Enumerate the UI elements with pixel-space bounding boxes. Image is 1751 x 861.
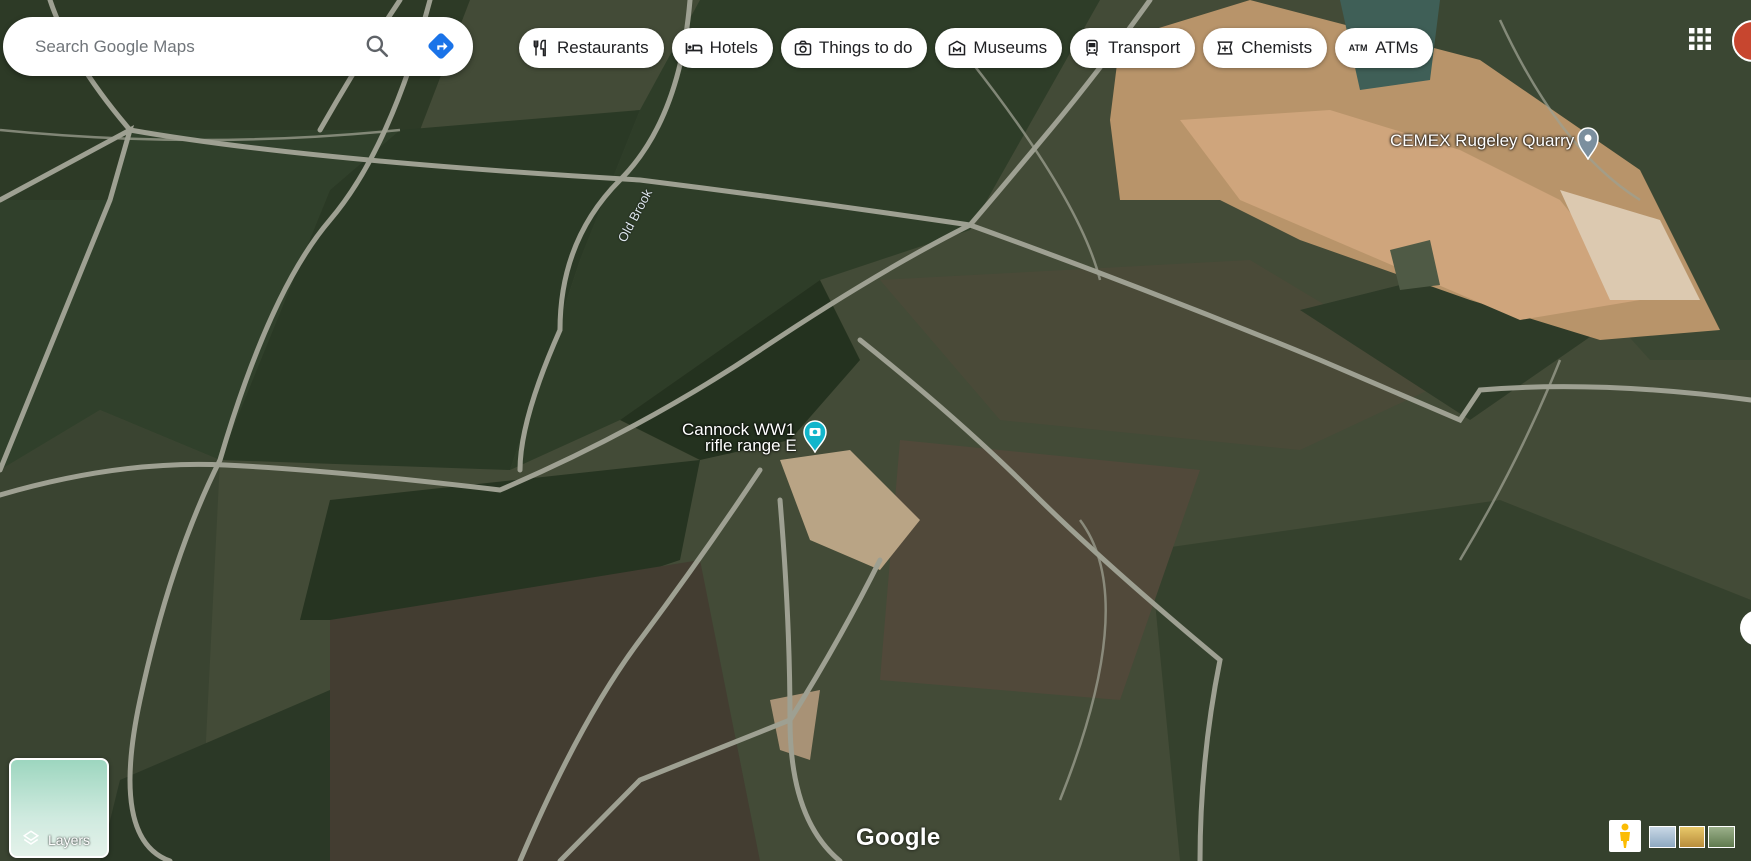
pharmacy-icon <box>1215 38 1235 58</box>
place-cannock-rifle-range[interactable]: Cannock WW1 rifle range E <box>680 419 830 459</box>
google-logo: Google <box>856 824 941 851</box>
transit-icon <box>1082 38 1102 58</box>
layers-label: Layers <box>48 832 91 848</box>
directions-icon[interactable] <box>421 26 461 66</box>
imagery-thumbnails <box>1649 820 1736 852</box>
layers-button[interactable]: Layers <box>9 758 109 858</box>
chip-atms[interactable]: ATM ATMs <box>1335 28 1434 68</box>
place-name-line2: rifle range E <box>705 436 797 455</box>
chip-label: Hotels <box>709 38 758 57</box>
chip-label: Museums <box>973 38 1048 57</box>
search-icon[interactable] <box>357 26 397 66</box>
thumbnail-1[interactable] <box>1649 826 1676 848</box>
chip-hotels[interactable]: Hotels <box>671 28 773 68</box>
chip-label: ATMs <box>1375 38 1419 57</box>
place-cemex-rugeley-quarry[interactable]: CEMEX Rugeley Quarry <box>1388 126 1613 162</box>
chip-label: Restaurants <box>557 38 649 57</box>
category-chips: Restaurants Hotels Things to do Museums … <box>519 28 1434 68</box>
chip-restaurants[interactable]: Restaurants <box>519 28 664 68</box>
atm-icon: ATM <box>1348 43 1368 53</box>
chip-label: Things to do <box>818 38 913 57</box>
place-name: CEMEX Rugeley Quarry <box>1390 131 1575 150</box>
layers-icon <box>22 830 40 845</box>
thumbnail-2[interactable] <box>1678 826 1706 848</box>
chip-label: Transport <box>1108 38 1181 57</box>
chip-label: Chemists <box>1241 38 1313 57</box>
search-bar <box>3 17 473 76</box>
thumbnail-3[interactable] <box>1708 826 1736 848</box>
chip-things-to-do[interactable]: Things to do <box>780 28 928 68</box>
place-pin-icon <box>1576 126 1600 161</box>
apps-grid-icon[interactable] <box>1688 27 1712 51</box>
search-input[interactable] <box>33 35 357 58</box>
pegman-icon[interactable] <box>1609 820 1641 852</box>
hotel-icon <box>684 38 704 58</box>
camera-icon <box>793 38 813 58</box>
chip-chemists[interactable]: Chemists <box>1203 28 1328 68</box>
camera-pin-icon <box>802 419 828 454</box>
chip-museums[interactable]: Museums <box>935 28 1063 68</box>
restaurant-icon <box>531 38 551 58</box>
museum-icon <box>947 38 967 58</box>
chip-transport[interactable]: Transport <box>1070 28 1196 68</box>
